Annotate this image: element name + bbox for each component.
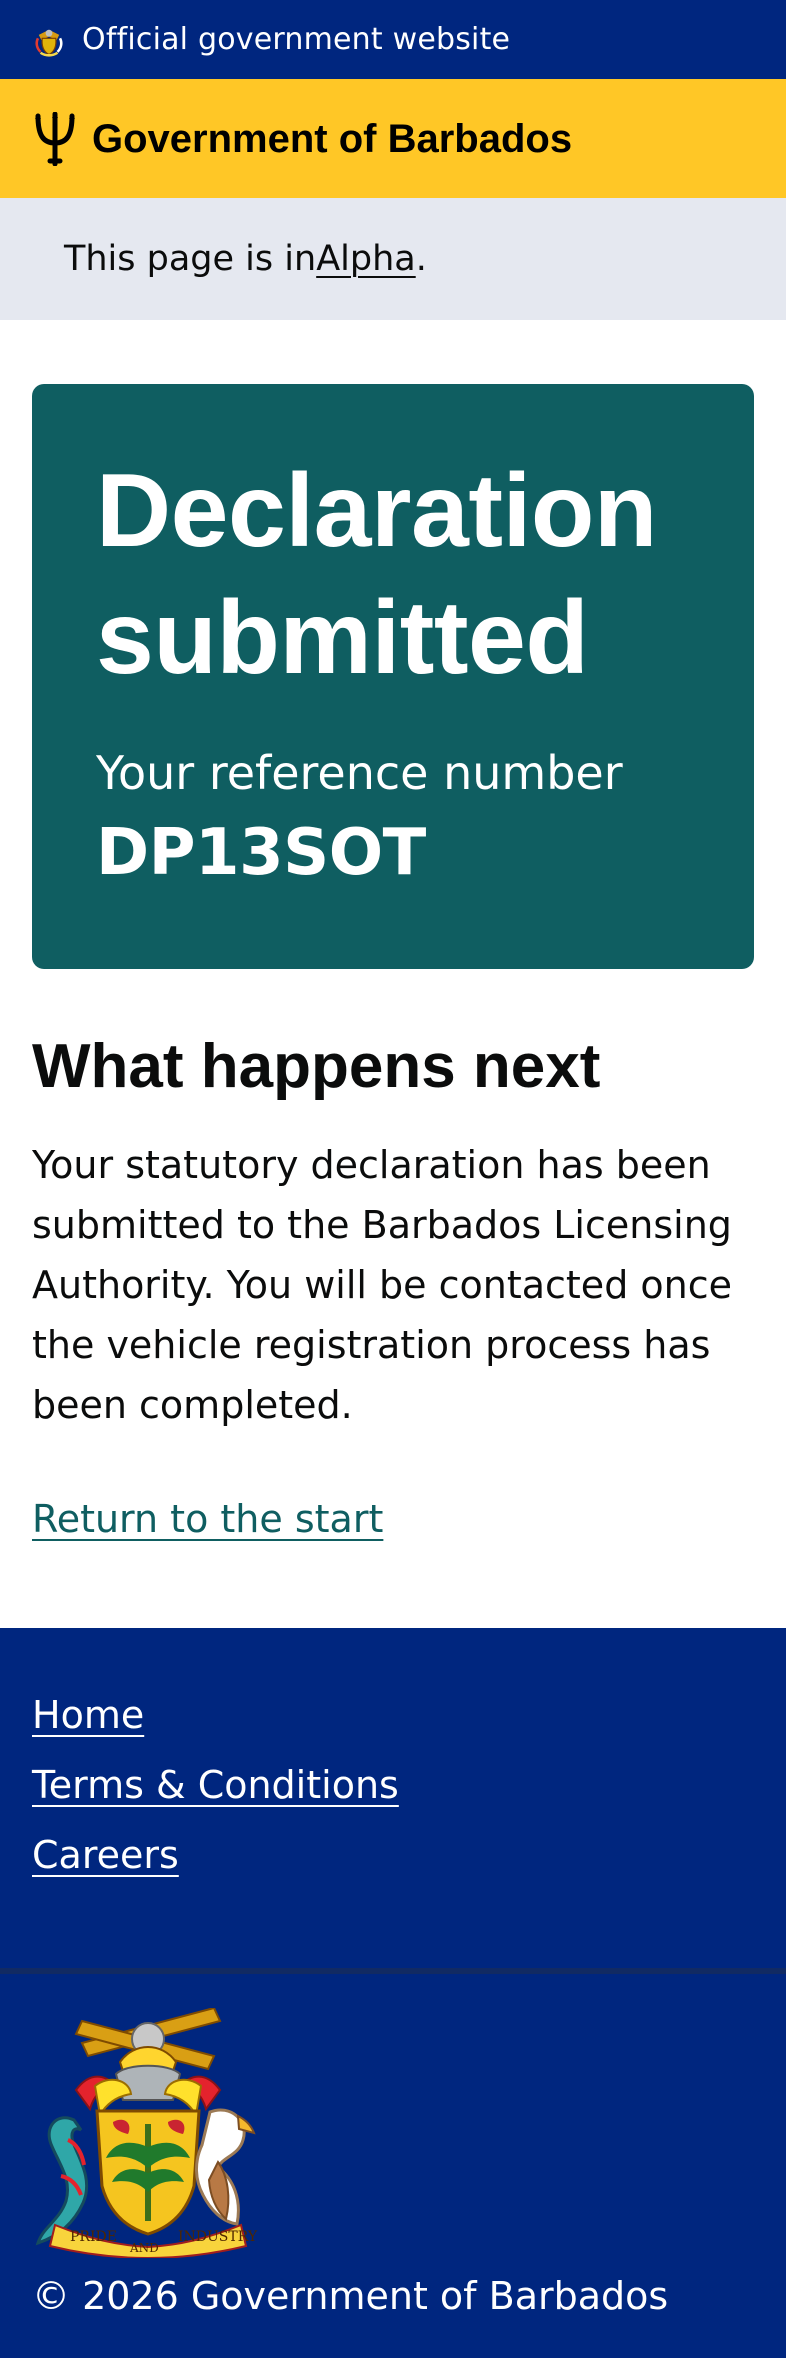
return-to-start-link[interactable]: Return to the start	[32, 1497, 383, 1541]
phase-banner-prefix: This page is in	[64, 239, 317, 279]
footer-link-home[interactable]: Home	[32, 1696, 144, 1734]
site-header: Government of Barbados	[0, 79, 786, 198]
main-content: Declaration submitted Your reference num…	[0, 320, 786, 1541]
phase-banner: This page is in Alpha .	[0, 198, 786, 320]
barbados-crest-icon	[35, 29, 63, 57]
government-title: Government of Barbados	[92, 116, 573, 161]
reference-number-label: Your reference number	[96, 745, 623, 800]
trident-icon	[35, 111, 75, 166]
footer-link-terms-and-conditions[interactable]: Terms & Conditions	[32, 1766, 399, 1804]
official-government-banner: Official government website	[0, 0, 786, 79]
svg-text:PRIDE: PRIDE	[70, 2229, 117, 2245]
svg-text:AND: AND	[129, 2241, 159, 2255]
footer-navigation: Home Terms & Conditions Careers	[0, 1628, 786, 1968]
copyright-text: © 2026 Government of Barbados	[32, 2274, 669, 2318]
what-happens-next-body: Your statutory declaration has been subm…	[32, 1143, 732, 1428]
barbados-coat-of-arms-icon: PRIDE AND INDUSTRY	[35, 2008, 258, 2258]
footer-link-careers[interactable]: Careers	[32, 1836, 179, 1874]
svg-text:INDUSTRY: INDUSTRY	[178, 2229, 258, 2245]
alpha-link[interactable]: Alpha	[316, 239, 416, 279]
what-happens-next-heading: What happens next	[32, 1032, 601, 1101]
confirmation-panel: Declaration submitted Your reference num…	[32, 384, 754, 969]
official-website-text: Official government website	[82, 21, 511, 57]
site-footer: Home Terms & Conditions Careers PRIDE AN…	[0, 1628, 786, 2358]
reference-number: DP13SOT	[96, 816, 426, 891]
phase-banner-suffix: .	[415, 239, 427, 279]
confirmation-title: Declaration submitted	[96, 453, 657, 696]
footer-bottom: PRIDE AND INDUSTRY © 2026 Government of …	[0, 1974, 786, 2318]
